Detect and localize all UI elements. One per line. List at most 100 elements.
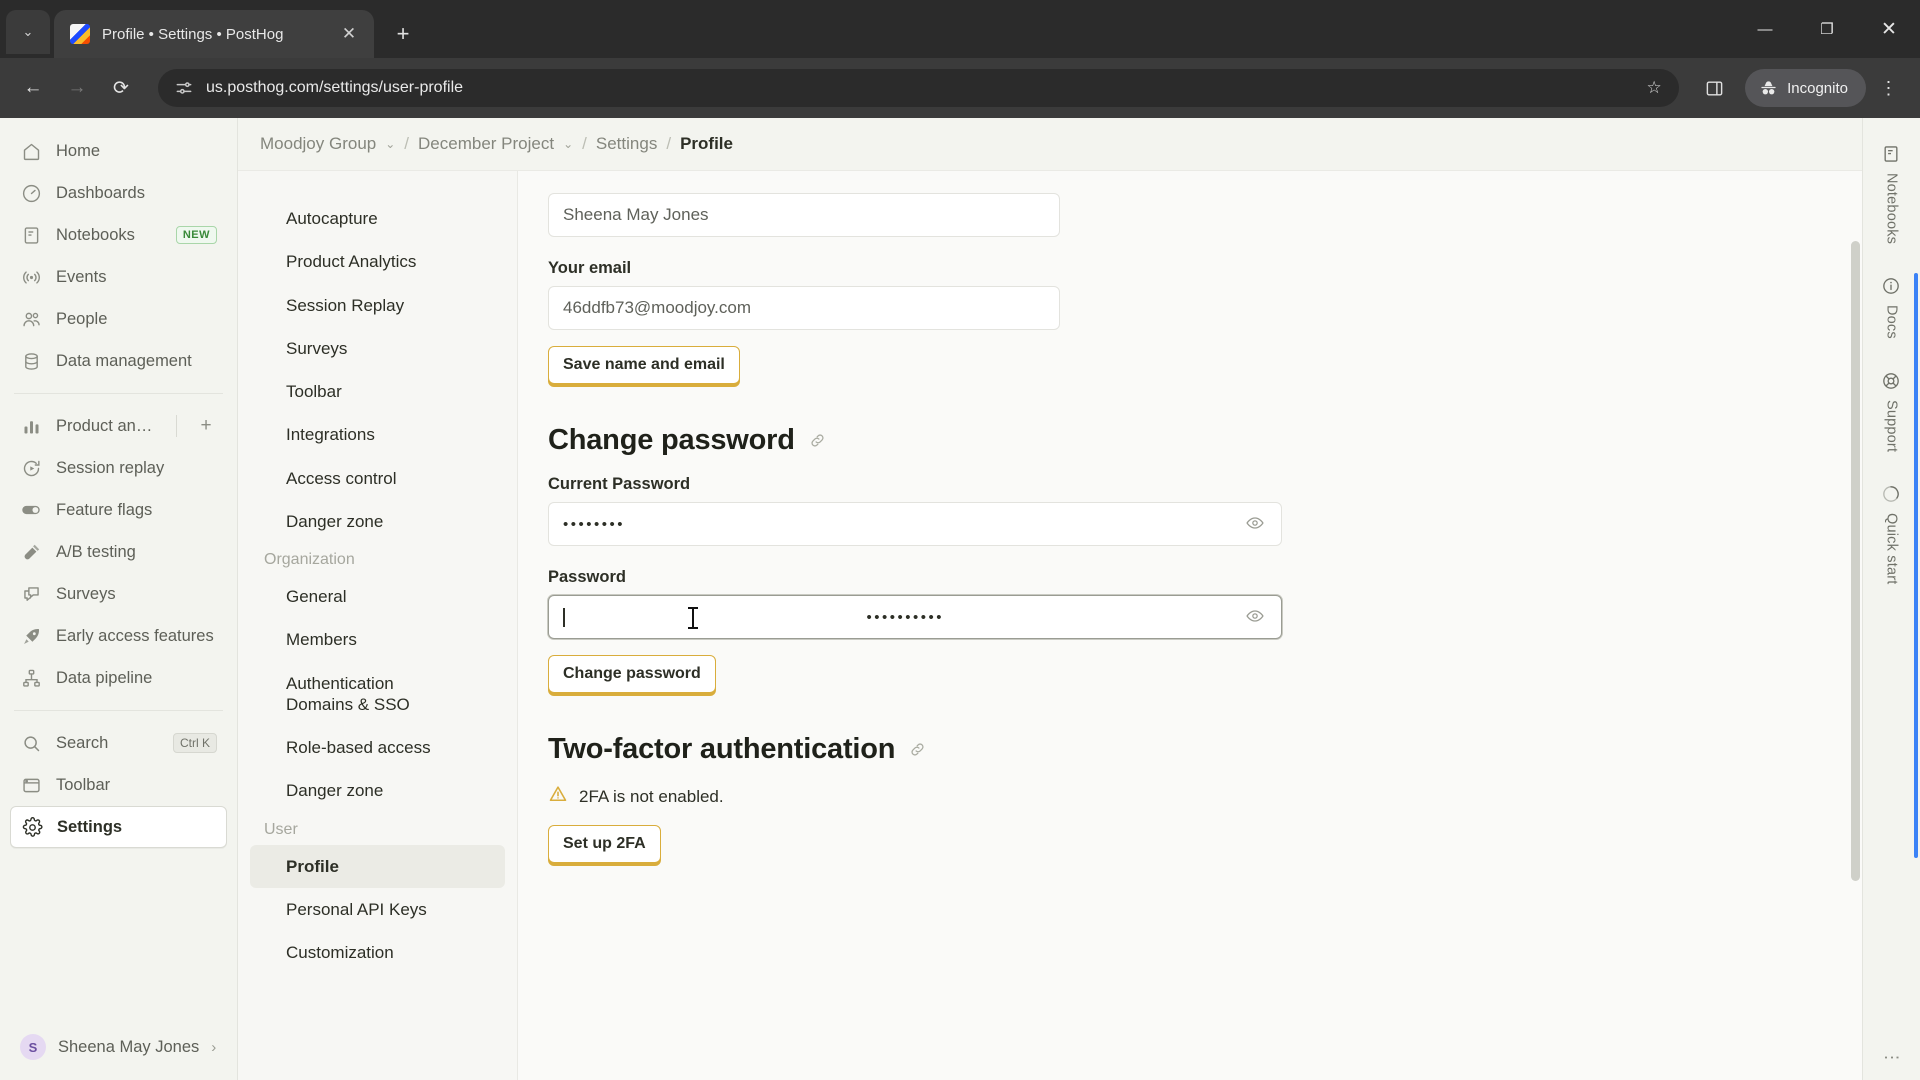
breadcrumb-current: Profile	[680, 134, 733, 153]
browser-tab[interactable]: Profile • Settings • PostHog ✕	[54, 10, 374, 58]
subnav-item-danger-zone[interactable]: Danger zone	[250, 500, 505, 543]
rail-item-notebooks[interactable]: Notebooks	[1881, 130, 1903, 262]
bookmark-star-icon[interactable]: ☆	[1639, 78, 1669, 98]
sidebar-item-ab-testing[interactable]: A/B testing	[10, 531, 227, 573]
subnav-item-org-danger-zone[interactable]: Danger zone	[250, 769, 505, 812]
link-icon[interactable]	[909, 741, 926, 758]
subnav-item-session-replay[interactable]: Session Replay	[250, 284, 505, 327]
info-icon	[1881, 276, 1903, 298]
sidebar-item-people[interactable]: People	[10, 298, 227, 340]
forward-icon[interactable]: →	[58, 69, 96, 107]
sidebar-item-toolbar[interactable]: Toolbar	[10, 764, 227, 806]
reload-icon[interactable]: ⟳	[102, 69, 140, 107]
notebook-icon	[1881, 144, 1903, 166]
name-input[interactable]: Sheena May Jones	[548, 193, 1060, 237]
sidebar-item-data-management[interactable]: Data management	[10, 340, 227, 382]
setup-2fa-button[interactable]: Set up 2FA	[548, 825, 661, 863]
add-insight-icon[interactable]: +	[195, 415, 217, 437]
subnav-item-profile[interactable]: Profile	[250, 844, 505, 888]
minimize-icon[interactable]: —	[1734, 0, 1796, 58]
new-password-value: ••••••••••	[866, 608, 944, 626]
divider	[176, 415, 177, 437]
sidebar-item-early-access-features[interactable]: Early access features	[10, 615, 227, 657]
rail-label: Support	[1883, 399, 1900, 453]
sidebar-label: Settings	[57, 817, 123, 836]
status-badge: NEW	[175, 226, 217, 244]
subnav-item-customization[interactable]: Customization	[250, 931, 505, 974]
sidebar-user-menu[interactable]: S Sheena May Jones ›	[10, 1022, 227, 1072]
maximize-icon[interactable]: ❐	[1796, 0, 1858, 58]
breadcrumb-project[interactable]: December Project	[418, 134, 554, 154]
sidebar-label: Feature flags	[56, 500, 153, 519]
new-tab-button[interactable]: +	[386, 17, 420, 51]
subnav-item-autocapture[interactable]: Autocapture	[250, 197, 505, 240]
breadcrumb-org[interactable]: Moodjoy Group	[260, 134, 376, 154]
sidebar-item-surveys[interactable]: Surveys	[10, 573, 227, 615]
subnav-item-access-control[interactable]: Access control	[250, 457, 505, 500]
rail-item-docs[interactable]: Docs	[1881, 262, 1903, 357]
section-title: Two-factor authentication	[548, 733, 896, 765]
subnav-item-surveys[interactable]: Surveys	[250, 327, 505, 370]
subnav-item-auth-domains-sso[interactable]: Authentication Domains & SSO	[250, 662, 450, 727]
side-panel-icon[interactable]	[1697, 71, 1731, 105]
current-password-input[interactable]: ••••••••	[548, 502, 1282, 546]
eye-icon[interactable]	[1245, 606, 1267, 628]
subnav-item-integrations[interactable]: Integrations	[250, 413, 505, 456]
posthog-favicon	[70, 24, 90, 44]
sidebar-item-feature-flags[interactable]: Feature flags	[10, 489, 227, 531]
incognito-indicator[interactable]: Incognito	[1745, 69, 1866, 107]
subnav-item-product-analytics[interactable]: Product Analytics	[250, 240, 505, 283]
notebook-icon	[20, 224, 42, 246]
sidebar-secondary-group: Product analytics + Session replay	[0, 405, 237, 699]
close-icon[interactable]: ✕	[336, 21, 362, 47]
site-settings-icon[interactable]	[174, 78, 194, 98]
sidebar-primary-group: Home Dashboards Notebooks NEW Events Peo…	[0, 130, 237, 382]
sidebar-item-events[interactable]: Events	[10, 256, 227, 298]
url-text: us.posthog.com/settings/user-profile	[206, 79, 464, 96]
right-rail: Notebooks Docs Support Quick start ⋮	[1862, 118, 1920, 1080]
rail-item-support[interactable]: Support	[1881, 357, 1903, 470]
subnav-item-general[interactable]: General	[250, 575, 505, 618]
home-icon	[20, 140, 42, 162]
subnav-item-toolbar[interactable]: Toolbar	[250, 370, 505, 413]
sidebar-item-home[interactable]: Home	[10, 130, 227, 172]
window-close-icon[interactable]: ✕	[1858, 0, 1920, 58]
breadcrumb-settings[interactable]: Settings	[596, 134, 657, 154]
rail-menu-icon[interactable]: ⋮	[1882, 1049, 1902, 1080]
save-name-and-email-button[interactable]: Save name and email	[548, 346, 740, 384]
sidebar-divider	[14, 710, 223, 711]
breadcrumb-separator: /	[666, 134, 672, 153]
tab-strip: ⌄ Profile • Settings • PostHog ✕ + — ❐ ✕	[0, 0, 1920, 58]
email-label: Your email	[548, 259, 632, 277]
rail-item-quick-start[interactable]: Quick start	[1881, 470, 1903, 603]
back-icon[interactable]: ←	[14, 69, 52, 107]
page-scroll-indicator[interactable]	[1914, 273, 1918, 858]
sidebar-item-settings[interactable]: Settings	[10, 806, 227, 848]
email-input[interactable]: 46ddfb73@moodjoy.com	[548, 286, 1060, 330]
people-icon	[20, 308, 42, 330]
two-factor-status: 2FA is not enabled.	[579, 786, 724, 806]
address-bar[interactable]: us.posthog.com/settings/user-profile ☆	[158, 69, 1680, 107]
change-password-button[interactable]: Change password	[548, 655, 716, 693]
browser-window: ⌄ Profile • Settings • PostHog ✕ + — ❐ ✕…	[0, 0, 1920, 1080]
sidebar-item-product-analytics[interactable]: Product analytics +	[10, 405, 227, 447]
chevron-down-icon[interactable]: ⌄	[563, 137, 573, 151]
scrollbar-thumb[interactable]	[1851, 241, 1860, 881]
subnav-item-members[interactable]: Members	[250, 618, 505, 661]
new-password-input[interactable]: ••••••••••	[548, 595, 1282, 639]
sidebar-item-dashboards[interactable]: Dashboards	[10, 172, 227, 214]
current-password-value: ••••••••	[563, 515, 626, 533]
chevron-down-icon[interactable]: ⌄	[385, 137, 395, 151]
subnav-item-personal-api-keys[interactable]: Personal API Keys	[250, 888, 505, 931]
subnav-item-role-based-access[interactable]: Role-based access	[250, 726, 505, 769]
main-scrollbar[interactable]	[1848, 171, 1862, 1080]
eye-icon[interactable]	[1245, 513, 1267, 535]
sidebar-item-data-pipeline[interactable]: Data pipeline	[10, 657, 227, 699]
sidebar-item-notebooks[interactable]: Notebooks NEW	[10, 214, 227, 256]
sidebar-item-search[interactable]: Search Ctrl K	[10, 722, 227, 764]
sidebar-label: Search	[56, 733, 109, 752]
tab-list-chevron-icon[interactable]: ⌄	[6, 10, 50, 54]
browser-menu-icon[interactable]: ⋮	[1872, 69, 1906, 107]
link-icon[interactable]	[809, 432, 826, 449]
sidebar-item-session-replay[interactable]: Session replay	[10, 447, 227, 489]
